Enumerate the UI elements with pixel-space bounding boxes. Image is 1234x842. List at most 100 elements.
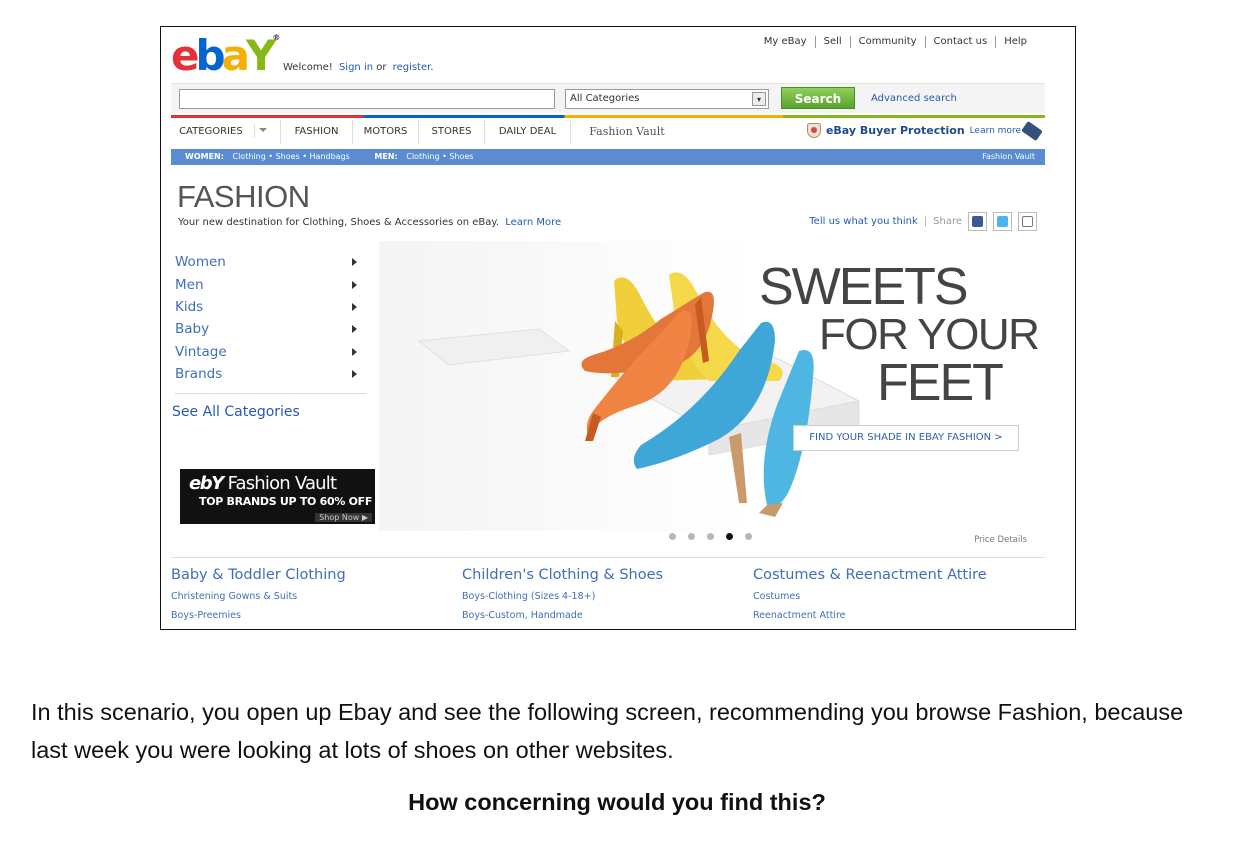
buyer-protection[interactable]: eBay Buyer Protection Learn more (806, 120, 1043, 141)
category-link[interactable]: Boys-Clothing (Sizes 4-18+) (462, 587, 753, 606)
sidenav-item-vintage[interactable]: Vintage (175, 341, 367, 363)
registered-mark: ® (272, 33, 281, 42)
chevron-right-icon (352, 280, 357, 289)
register-link[interactable]: register. (393, 62, 434, 73)
category-column: Baby & Toddler Clothing Christening Gown… (171, 567, 462, 625)
categories-dropdown[interactable] (253, 124, 272, 138)
search-bar: All Categories ▾ Search Advanced search (171, 83, 1045, 113)
page-subtitle: Your new destination for Clothing, Shoes… (178, 217, 561, 228)
tab-categories[interactable]: CATEGORIES (171, 120, 281, 144)
search-button[interactable]: Search (781, 87, 855, 109)
dropdown-arrow-icon[interactable]: ▾ (752, 92, 766, 106)
sidenav-item-label: Baby (175, 321, 210, 338)
tell-us-link[interactable]: Tell us what you think (809, 216, 918, 227)
share-label: Share (933, 216, 962, 227)
tab-motors[interactable]: MOTORS (353, 120, 419, 144)
ebay-logo[interactable]: ebaY® (171, 33, 281, 79)
sidenav-item-kids[interactable]: Kids (175, 296, 367, 318)
category-link[interactable]: Boys-Custom, Handmade (462, 606, 753, 625)
welcome-prefix: Welcome! (283, 62, 333, 73)
logo-letter-b: b (195, 31, 226, 80)
tab-daily-deal[interactable]: DAILY DEAL (485, 120, 571, 144)
hero-headline-line-2: FOR YOUR (819, 310, 1040, 359)
page-subtitle-text: Your new destination for Clothing, Shoes… (178, 217, 500, 228)
logo-letter-e: e (171, 31, 199, 80)
category-link[interactable]: Reenactment Attire (753, 606, 1044, 625)
find-your-shade-button[interactable]: FIND YOUR SHADE IN EBAY FASHION > (793, 425, 1019, 451)
sign-in-link[interactable]: Sign in (339, 62, 373, 73)
carousel-dot[interactable] (745, 533, 752, 540)
category-link[interactable]: Boys-Preemies (171, 606, 462, 625)
category-heading[interactable]: Children's Clothing & Shoes (462, 567, 753, 583)
tag-icon (1021, 120, 1043, 141)
sidenav-item-women[interactable]: Women (175, 251, 367, 273)
sidenav-item-men[interactable]: Men (175, 273, 367, 295)
category-column: Children's Clothing & Shoes Boys-Clothin… (462, 567, 753, 625)
vault-banner-subtitle: TOP BRANDS UP TO 60% OFF (199, 495, 373, 508)
chevron-right-icon (352, 347, 357, 356)
category-link[interactable]: Christening Gowns & Suits (171, 587, 462, 606)
top-links: My eBay Sell Community Contact us Help (756, 36, 1035, 48)
carousel-pagination (669, 533, 764, 540)
subnav-men-links[interactable]: Clothing • Shoes (406, 152, 473, 161)
sell-link[interactable]: Sell (814, 36, 850, 48)
shop-now-button[interactable]: Shop Now ▶ (315, 513, 372, 522)
category-link[interactable]: Costumes (753, 587, 1044, 606)
fashion-vault-banner[interactable]: ebY Fashion Vault TOP BRANDS UP TO 60% O… (180, 469, 375, 524)
tab-categories-label: CATEGORIES (179, 126, 243, 137)
feedback-share-bar: Tell us what you think | Share (809, 212, 1037, 231)
sidenav-item-baby[interactable]: Baby (175, 318, 367, 340)
hero-headline-line-1: SWEETS (759, 258, 969, 316)
ebay-mini-logo: eb (189, 473, 213, 494)
ebay-mini-logo-y: Y (211, 473, 224, 494)
buyer-protection-learn-more[interactable]: Learn more (970, 126, 1021, 136)
email-icon[interactable] (1018, 212, 1037, 231)
fashion-learn-more-link[interactable]: Learn More (505, 217, 561, 228)
separator: | (923, 216, 928, 227)
category-heading[interactable]: Baby & Toddler Clothing (171, 567, 462, 583)
sidenav-item-label: Brands (175, 366, 223, 383)
tab-fashion-vault[interactable]: Fashion Vault (571, 120, 683, 144)
category-columns: Baby & Toddler Clothing Christening Gown… (171, 567, 1051, 625)
facebook-icon[interactable] (968, 212, 987, 231)
subnav-women-label: WOMEN: (185, 152, 224, 161)
fashion-subnav: WOMEN: Clothing • Shoes • Handbags MEN: … (171, 149, 1045, 165)
category-heading[interactable]: Costumes & Reenactment Attire (753, 567, 1044, 583)
logo-letter-a: a (221, 31, 250, 80)
welcome-or: or (376, 62, 387, 73)
community-link[interactable]: Community (849, 36, 925, 48)
carousel-dot[interactable] (688, 533, 695, 540)
hero-banner[interactable]: SWEETS FOR YOUR FEET FIND YOUR SHADE IN … (379, 241, 1059, 531)
tab-fashion-label: FASHION (294, 126, 339, 137)
subnav-men-label: MEN: (374, 152, 398, 161)
ebay-screenshot-frame: ebaY® Welcome! Sign in or register. My e… (160, 26, 1076, 630)
carousel-dot[interactable] (669, 533, 676, 540)
section-divider (171, 557, 1045, 558)
survey-question: How concerning would you find this? (408, 789, 826, 815)
category-column: Costumes & Reenactment Attire Costumes R… (753, 567, 1044, 625)
category-select-value: All Categories (570, 93, 640, 104)
subnav-women-links[interactable]: Clothing • Shoes • Handbags (233, 152, 350, 161)
my-ebay-link[interactable]: My eBay (756, 36, 815, 48)
twitter-icon[interactable] (993, 212, 1012, 231)
tab-fashion[interactable]: FASHION (281, 120, 353, 144)
see-all-categories-link[interactable]: See All Categories (172, 404, 300, 420)
chevron-down-icon (259, 128, 268, 132)
advanced-search-link[interactable]: Advanced search (871, 93, 957, 104)
category-select[interactable]: All Categories ▾ (565, 89, 769, 109)
search-input[interactable] (179, 89, 555, 109)
subnav-fashion-vault-link[interactable]: Fashion Vault (982, 149, 1035, 165)
carousel-dot-active[interactable] (726, 533, 733, 540)
tab-stores[interactable]: STORES (419, 120, 485, 144)
help-link[interactable]: Help (995, 36, 1035, 48)
sidenav-item-label: Kids (175, 298, 204, 315)
sidenav-divider (175, 393, 367, 395)
vault-banner-title-text: Fashion Vault (227, 473, 337, 494)
category-tabs: CATEGORIES FASHION MOTORS STORES DAILY D… (171, 115, 1045, 149)
chevron-right-icon (352, 325, 357, 334)
sidenav-item-brands[interactable]: Brands (175, 363, 367, 385)
contact-us-link[interactable]: Contact us (924, 36, 996, 48)
price-details-link[interactable]: Price Details (974, 535, 1027, 545)
sidenav-item-label: Men (175, 276, 204, 293)
carousel-dot[interactable] (707, 533, 714, 540)
